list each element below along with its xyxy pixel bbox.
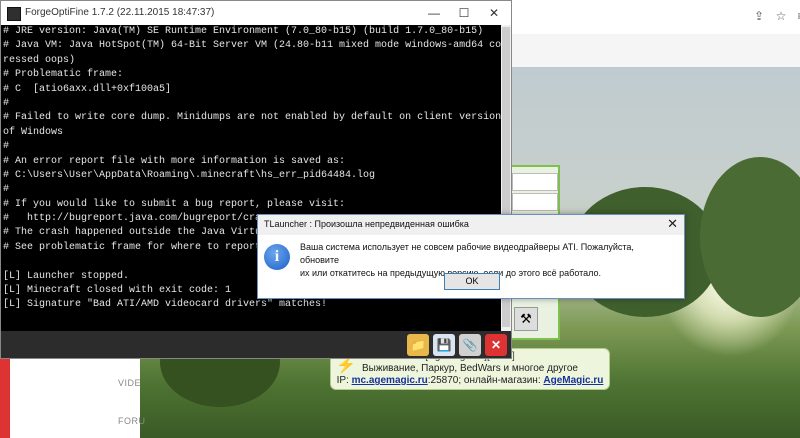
ok-button[interactable]: OK [444,273,500,290]
share-icon[interactable]: ⇪ [752,9,766,23]
dialog-message-line1: Ваша система использует не совсем рабочи… [300,242,634,265]
error-dialog: TLauncher : Произошла непредвиденная оши… [257,214,685,299]
console-line: ressed oops) [3,54,76,66]
console-line: [L] Signature "Bad ATI/AMD videocard dri… [3,299,328,311]
tools-icon[interactable]: ⚒ [514,307,538,331]
browser-toolbar: ⇪ ☆ ≡ [512,0,800,35]
console-line: # An error report file with more informa… [3,155,346,167]
shop-link[interactable]: AgeMagic.ru [543,375,603,386]
console-line: # If you would like to submit a bug repo… [3,198,346,210]
console-line: # [3,184,10,196]
open-folder-icon[interactable]: 📁 [407,334,429,356]
launcher-dropdown[interactable] [512,193,558,211]
minimize-button[interactable]: — [419,1,449,25]
close-console-icon[interactable]: ✕ [485,334,507,356]
console-line: # C [atio6axx.dll+0xf100a5] [3,83,172,95]
attach-icon[interactable]: 📎 [459,334,481,356]
site-nav-video[interactable]: VIDE [118,378,141,388]
menu-icon[interactable]: ≡ [794,9,800,23]
save-log-icon[interactable]: 💾 [433,334,455,356]
console-line: # C:\Users\User\AppData\Roaming\.minecra… [3,169,376,181]
site-nav-forum[interactable]: FORU [118,416,146,426]
console-line: # Java VM: Java HotSpot(TM) 64-Bit Serve… [3,40,501,52]
console-line: # JRE version: Java(TM) SE Runtime Envir… [3,26,484,37]
info-icon: i [264,244,290,270]
server-description: Выживание, Паркур, BedWars и многое друг… [362,363,578,374]
browser-page-strip [512,34,800,67]
console-app-icon [7,7,21,21]
dialog-body: i Ваша система использует не совсем рабо… [258,235,684,298]
console-line: # Failed to write core dump. Minidumps a… [3,112,501,124]
console-line: # [3,97,10,109]
server-address-line: IP: mc.agemagic.ru:25870; онлайн-магазин… [331,375,609,387]
bookmark-icon[interactable]: ☆ [774,9,788,23]
console-window: ForgeOptiFine 1.7.2 (22.11.2015 18:47:37… [0,0,512,359]
console-line: # Problematic frame: [3,69,124,81]
server-ip-link[interactable]: mc.agemagic.ru [352,375,428,386]
console-toolbar: 📁 💾 📎 ✕ [1,331,511,358]
console-titlebar[interactable]: ForgeOptiFine 1.7.2 (22.11.2015 18:47:37… [1,1,511,25]
console-line: # [3,141,10,153]
port-text: :25870; онлайн-магазин: [427,375,541,386]
dialog-title: TLauncher : Произошла непредвиденная оши… [264,219,469,229]
launcher-field[interactable] [512,173,558,191]
ip-label: IP: [336,375,349,386]
console-line: of Windows [3,126,64,138]
console-title: ForgeOptiFine 1.7.2 (22.11.2015 18:47:37… [25,7,215,18]
close-button[interactable]: ✕ [479,1,509,25]
dialog-close-button[interactable]: ✕ [667,216,678,232]
maximize-button[interactable]: ☐ [449,1,479,25]
